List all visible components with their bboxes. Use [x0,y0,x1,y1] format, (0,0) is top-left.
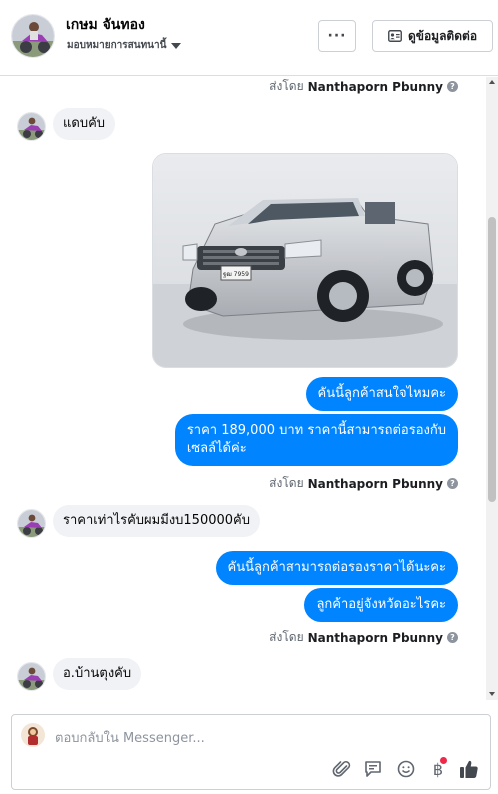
scroll-up-arrow-icon[interactable] [489,80,495,84]
scroll-down-arrow-icon[interactable] [489,692,495,696]
sent-by-line: ส่งโดย Nanthaporn Pbunny ? [269,474,458,493]
caret-down-icon [171,42,182,49]
sent-by-prefix: ส่งโดย [269,476,304,490]
contact-avatar-small[interactable] [17,112,46,141]
contact-avatar-small[interactable] [17,509,46,538]
sent-by-prefix: ส่งโดย [269,630,304,644]
sent-by-line: ส่งโดย Nanthaporn Pbunny ? [269,628,458,647]
baht-icon[interactable]: ฿ [427,757,449,780]
view-contact-button[interactable]: ดูข้อมูลติดต่อ [372,20,493,52]
sent-by-prefix: ส่งโดย [269,79,304,93]
license-plate: ฐฒ 7959 [223,271,249,278]
contact-name[interactable]: เกษม จันทอง [66,14,145,36]
attach-icon[interactable] [331,758,353,780]
contact-card-icon [388,30,402,42]
question-icon[interactable]: ? [447,81,458,92]
outgoing-message-line: ราคา 189,000 บาท ราคานี้สามารถต่อรองกับ [186,423,446,438]
message-thread[interactable]: ส่งโดย Nanthaporn Pbunny ? แดบคับ ฐฒ 795… [0,77,486,700]
view-contact-label: ดูข้อมูลติดต่อ [407,28,478,43]
assign-conversation[interactable]: มอบหมายการสนทนานี้ [67,38,182,53]
page-avatar [21,723,45,747]
contact-avatar[interactable] [11,14,55,58]
saved-reply-icon[interactable] [362,758,384,780]
scrollbar-thumb[interactable] [488,217,496,502]
incoming-message: อ.บ้านตุงคับ [53,658,142,690]
more-options-button[interactable]: ··· [318,20,356,52]
ellipsis-icon: ··· [327,28,347,44]
outgoing-message-line: เซลล์ได้ค่ะ [186,441,247,456]
contact-avatar-small[interactable] [17,662,46,691]
outgoing-message: คันนี้ลูกค้าสามารถต่อรองราคาได้นะคะ [215,551,458,585]
sender-name: Nanthaporn Pbunny [307,79,443,94]
sent-by-line: ส่งโดย Nanthaporn Pbunny ? [269,77,458,96]
car-photo[interactable]: ฐฒ 7959 [152,153,458,368]
question-icon[interactable]: ? [447,478,458,489]
reply-composer: ฿ [11,714,491,790]
sender-name: Nanthaporn Pbunny [307,630,443,645]
question-icon[interactable]: ? [447,632,458,643]
assign-label: มอบหมายการสนทนานี้ [67,40,167,51]
outgoing-message: คันนี้ลูกค้าสนใจไหมคะ [305,377,458,411]
incoming-message: ราคาเท่าไรคับผมมีงบ150000คับ [53,505,260,537]
sender-name: Nanthaporn Pbunny [307,476,443,491]
notification-dot [440,757,447,764]
conversation-header: เกษม จันทอง มอบหมายการสนทนานี้ ··· ดูข้อ… [0,0,498,76]
outgoing-message: ราคา 189,000 บาท ราคานี้สามารถต่อรองกับ … [174,414,458,466]
reply-input[interactable] [55,729,475,747]
emoji-icon[interactable] [395,758,417,780]
incoming-message: แดบคับ [53,108,116,140]
outgoing-message: ลูกค้าอยู่จังหวัดอะไรคะ [304,588,458,622]
thumbs-up-icon[interactable] [458,758,480,780]
